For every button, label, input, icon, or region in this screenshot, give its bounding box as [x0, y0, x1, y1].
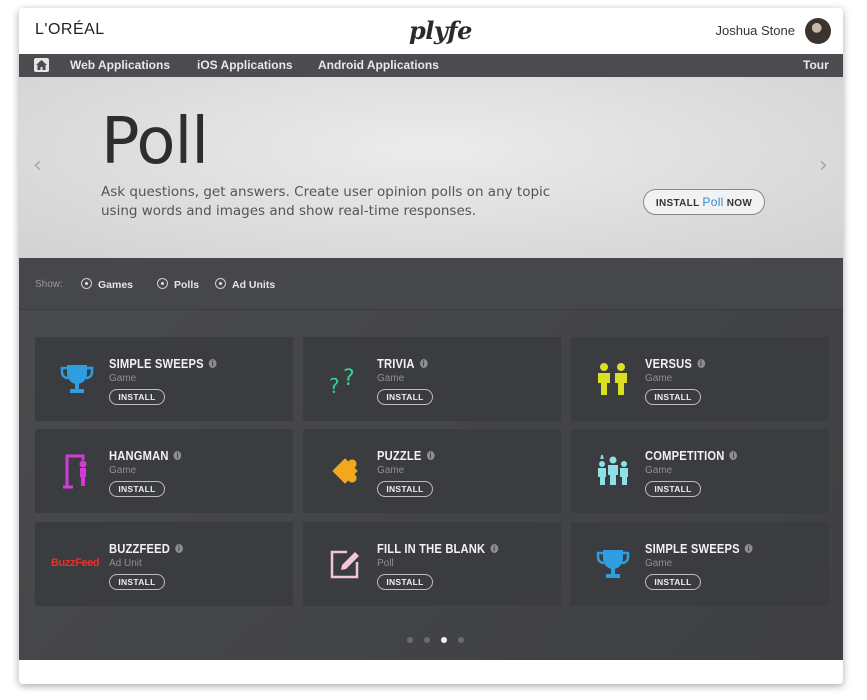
versus-people-icon	[595, 361, 631, 397]
app-card-simple-sweeps[interactable]: SIMPLE SWEEPS i Game INSTALL	[35, 337, 293, 421]
install-now-suffix: NOW	[726, 198, 753, 209]
nav-tour[interactable]: Tour	[803, 58, 829, 72]
app-card-category: Game	[645, 373, 673, 384]
footer	[19, 660, 843, 684]
nav-web-applications[interactable]: Web Applications	[70, 58, 170, 72]
install-now-button[interactable]: INSTALL Poll NOW	[643, 189, 765, 215]
app-card-title: COMPETITION i	[645, 448, 738, 463]
install-button[interactable]: INSTALL	[645, 389, 701, 405]
install-now-prefix: INSTALL	[655, 198, 700, 209]
install-button[interactable]: INSTALL	[377, 574, 433, 590]
puzzle-piece-icon	[327, 453, 363, 489]
filter-ad-units[interactable]: Ad Units	[215, 278, 275, 291]
install-button[interactable]: INSTALL	[109, 389, 165, 405]
brand-logo[interactable]: L'ORÉAL	[35, 21, 105, 39]
radio-icon[interactable]	[157, 278, 168, 289]
app-card-title: HANGMAN i	[109, 448, 182, 463]
info-icon[interactable]: i	[697, 359, 705, 368]
nav-ios-applications[interactable]: iOS Applications	[197, 58, 293, 72]
app-card-category: Game	[377, 373, 405, 384]
app-card-hangman[interactable]: HANGMAN i Game INSTALL	[35, 429, 293, 513]
svg-text:?: ?	[343, 366, 355, 391]
app-card-competition[interactable]: COMPETITION i Game INSTALL	[571, 429, 829, 513]
app-card-trivia[interactable]: ?? TRIVIA i Game INSTALL	[303, 337, 561, 421]
question-marks-icon: ??	[327, 361, 363, 398]
pagination-dot-2[interactable]	[424, 637, 430, 643]
app-card-category: Game	[109, 465, 137, 476]
app-card-puzzle[interactable]: PUZZLE i Game INSTALL	[303, 429, 561, 513]
user-name[interactable]: Joshua Stone	[715, 23, 795, 38]
app-catalog: Show: Games Polls Ad Units SIMPLE SWEEPS…	[19, 258, 843, 660]
filter-polls-label: Polls	[174, 279, 200, 291]
avatar[interactable]	[805, 18, 831, 44]
nav-android-applications[interactable]: Android Applications	[318, 58, 439, 72]
app-card-fill-in-the-blank[interactable]: FILL IN THE BLANK i Poll INSTALL	[303, 522, 561, 606]
trophy-icon	[595, 546, 631, 582]
info-icon[interactable]: i	[744, 544, 753, 553]
chevron-left-icon[interactable]: ‹	[33, 153, 42, 178]
filter-ad-units-label: Ad Units	[232, 279, 276, 291]
app-card-category: Game	[645, 465, 673, 476]
pagination-dots	[407, 630, 475, 648]
app-card-category: Poll	[377, 558, 394, 569]
install-button[interactable]: INSTALL	[377, 389, 433, 405]
info-icon[interactable]: i	[426, 451, 435, 460]
radio-icon[interactable]	[81, 278, 92, 289]
edit-pencil-icon	[327, 546, 363, 582]
plyfe-logo[interactable]: plyfe	[409, 16, 472, 45]
install-button[interactable]: INSTALL	[109, 481, 165, 497]
info-icon[interactable]: i	[490, 544, 499, 553]
buzzfeed-logo-icon: BuzzFeed	[51, 557, 100, 569]
radio-icon[interactable]	[215, 278, 226, 289]
competition-people-icon	[595, 453, 631, 489]
app-card-category: Ad Unit	[109, 558, 142, 569]
install-now-app-name: Poll	[702, 195, 724, 209]
hero-banner: ‹ › Poll Ask questions, get answers. Cre…	[19, 77, 843, 258]
svg-text:?: ?	[329, 374, 340, 397]
info-icon[interactable]: i	[175, 544, 183, 553]
app-card-title: SIMPLE SWEEPS i	[645, 541, 753, 556]
hangman-icon	[59, 453, 95, 489]
info-icon[interactable]: i	[729, 451, 738, 460]
pagination-dot-3[interactable]	[441, 637, 447, 643]
app-card-versus[interactable]: VERSUS i Game INSTALL	[571, 337, 829, 421]
info-icon[interactable]: i	[173, 451, 182, 460]
pagination-dot-4[interactable]	[458, 637, 464, 643]
top-nav: Web Applications iOS Applications Androi…	[19, 54, 843, 77]
app-card-title: FILL IN THE BLANK i	[377, 541, 499, 556]
app-card-title: BUZZFEED i	[109, 541, 183, 556]
info-icon[interactable]: i	[419, 359, 428, 368]
app-card-title: SIMPLE SWEEPS i	[109, 356, 217, 371]
install-button[interactable]: INSTALL	[645, 481, 701, 497]
app-card-title: VERSUS i	[645, 356, 705, 371]
app-card-category: Game	[645, 558, 673, 569]
install-button[interactable]: INSTALL	[645, 574, 701, 590]
filter-games[interactable]: Games	[81, 278, 133, 291]
filter-bar: Show: Games Polls Ad Units	[19, 258, 843, 310]
app-card-category: Game	[377, 465, 405, 476]
app-window: L'ORÉAL plyfe Joshua Stone Web Applicati…	[19, 8, 843, 684]
info-icon[interactable]: i	[208, 359, 217, 368]
app-card-title: PUZZLE i	[377, 448, 435, 463]
hero-title: Poll	[101, 105, 209, 179]
app-card-title: TRIVIA i	[377, 356, 428, 371]
pagination-dot-1[interactable]	[407, 637, 413, 643]
filter-polls[interactable]: Polls	[157, 278, 199, 291]
header: L'ORÉAL plyfe Joshua Stone	[19, 8, 843, 54]
app-card-buzzfeed[interactable]: BuzzFeed BUZZFEED i Ad Unit INSTALL	[35, 522, 293, 606]
chevron-right-icon[interactable]: ›	[819, 153, 828, 178]
install-button[interactable]: INSTALL	[377, 481, 433, 497]
app-card-category: Game	[109, 373, 137, 384]
install-button[interactable]: INSTALL	[109, 574, 165, 590]
trophy-icon	[59, 361, 95, 397]
home-icon[interactable]	[34, 58, 49, 72]
show-label: Show:	[35, 279, 63, 290]
hero-description: Ask questions, get answers. Create user …	[101, 184, 551, 219]
filter-games-label: Games	[98, 279, 134, 291]
app-card-simple-sweeps-2[interactable]: SIMPLE SWEEPS i Game INSTALL	[571, 522, 829, 606]
